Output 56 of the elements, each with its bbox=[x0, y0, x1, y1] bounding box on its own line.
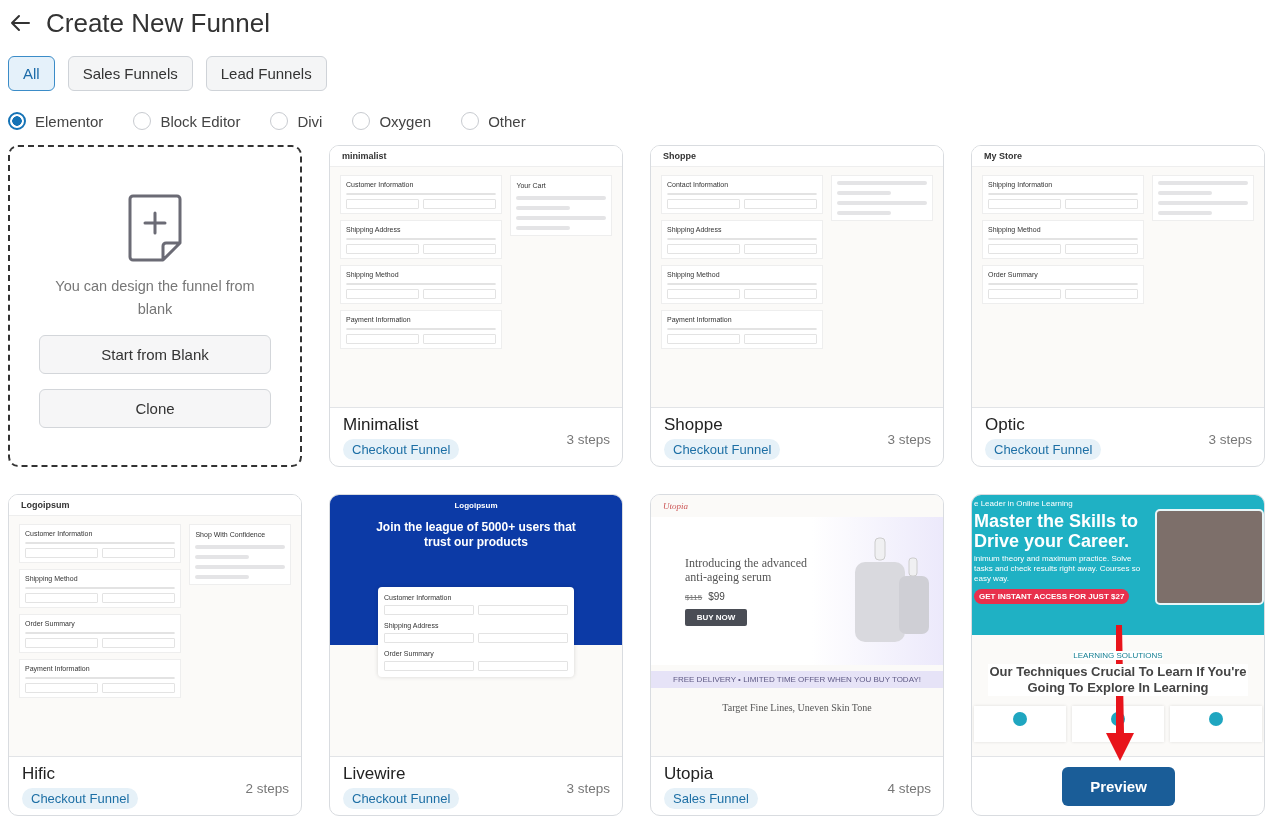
funnel-type-tag: Checkout Funnel bbox=[343, 438, 460, 460]
step-count: 3 steps bbox=[566, 431, 610, 447]
step-count: 2 steps bbox=[245, 780, 289, 796]
template-name: Livewire bbox=[343, 763, 406, 784]
blank-card-button[interactable]: Start from Blank bbox=[39, 335, 271, 374]
template-name: Utopia bbox=[664, 763, 714, 784]
filter-tab[interactable]: All bbox=[8, 56, 55, 91]
store-logo: Logoipsum bbox=[21, 500, 70, 510]
template-name: Minimalist bbox=[343, 414, 419, 435]
brand-logo: Utopia bbox=[662, 500, 689, 513]
preview-button[interactable]: Preview bbox=[1062, 766, 1175, 806]
template-name: Optic bbox=[985, 414, 1025, 435]
step-count: 3 steps bbox=[887, 431, 931, 447]
store-logo: Shoppe bbox=[663, 151, 696, 161]
hero-headline: Master the Skills to Drive your Career. bbox=[974, 511, 1140, 551]
hero-headline: Introducing the advanced anti-ageing serum bbox=[685, 556, 808, 584]
store-logo: My Store bbox=[984, 151, 1022, 161]
filter-tab[interactable]: Lead Funnels bbox=[205, 56, 327, 91]
funnel-type-tag: Sales Funnel bbox=[664, 787, 758, 809]
radio-label[interactable]: Oxygen bbox=[379, 112, 432, 130]
template-card[interactable] bbox=[971, 494, 1265, 816]
promo-banner: FREE DELIVERY • LIMITED TIME OFFER WHEN YOU BUY TODAY! bbox=[651, 671, 943, 688]
blank-description: You can design the funnel from blank bbox=[54, 277, 256, 319]
file-plus-icon bbox=[127, 193, 183, 263]
blank-card-button[interactable]: Clone bbox=[39, 389, 271, 428]
eyebrow-text: e Leader in Online Learning bbox=[974, 499, 1074, 508]
price: $99 bbox=[708, 591, 725, 602]
radio-label[interactable]: Other bbox=[488, 112, 526, 130]
store-logo: minimalist bbox=[342, 151, 387, 161]
section-heading: Our Techniques Crucial To Learn If You're Going To Explore In Learning bbox=[988, 664, 1248, 696]
section-label: LEARNING SOLUTIONS bbox=[1073, 651, 1163, 660]
template-card[interactable]: Utopia Introducing the advanced anti-ageing serum $115 $99 BUY NOW FREE DELIVERY • LIMITED TIME OFFER WHEN YOU BUY TODAY! Target Fine Lines, Uneven Skin Tone Utopia Sales Funnel 4 steps bbox=[650, 494, 944, 816]
template-name: Shoppe bbox=[664, 414, 723, 435]
section-heading: Target Fine Lines, Uneven Skin Tone bbox=[721, 702, 873, 713]
funnel-type-tag: Checkout Funnel bbox=[343, 787, 460, 809]
step-count: 3 steps bbox=[566, 780, 610, 796]
step-count: 4 steps bbox=[887, 780, 931, 796]
template-name: Hific bbox=[22, 763, 56, 784]
circle-icon bbox=[1209, 712, 1223, 726]
circle-icon bbox=[1013, 712, 1027, 726]
old-price: $115 bbox=[685, 593, 703, 602]
funnel-type-tag: Checkout Funnel bbox=[22, 787, 139, 809]
radio-label[interactable]: Divi bbox=[297, 112, 323, 130]
page-title: Create New Funnel bbox=[46, 7, 270, 39]
brand-logo: Logoipsum bbox=[454, 501, 498, 510]
buy-now-button: BUY NOW bbox=[685, 609, 747, 626]
hero-headline: Join the league of 5000+ users that trust our products bbox=[375, 520, 577, 550]
step-count: 3 steps bbox=[1208, 431, 1252, 447]
filter-tab[interactable]: Sales Funnels bbox=[67, 56, 193, 91]
funnel-type-tag: Checkout Funnel bbox=[985, 438, 1102, 460]
radio-label[interactable]: Elementor bbox=[35, 112, 104, 130]
hero-text: inimum theory and maximum practice. Solve tasks and check results right away. Courses so easy way. bbox=[974, 554, 1142, 584]
radio-label[interactable]: Block Editor bbox=[160, 112, 241, 130]
radio-button[interactable] bbox=[8, 112, 26, 130]
funnel-type-tag: Checkout Funnel bbox=[664, 438, 781, 460]
access-button: GET INSTANT ACCESS FOR JUST $27 bbox=[974, 589, 1130, 604]
